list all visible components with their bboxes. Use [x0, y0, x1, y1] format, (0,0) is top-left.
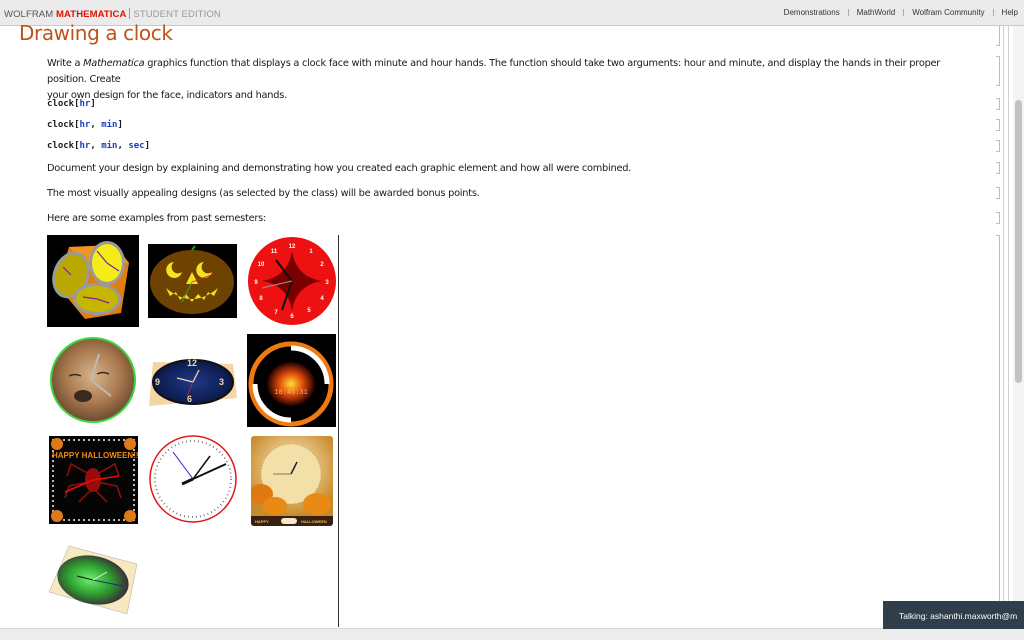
halloween-banner: HAPPY HALLOWEEN!!	[52, 451, 138, 460]
link-wolfram-community[interactable]: Wolfram Community	[912, 8, 984, 17]
brand-separator	[129, 8, 131, 19]
link-mathworld[interactable]: MathWorld	[857, 8, 896, 17]
notebook-title: Drawing a clock	[19, 21, 173, 45]
cell-bracket[interactable]	[996, 187, 1000, 199]
paragraph-examples: Here are some examples from past semeste…	[47, 213, 267, 224]
brand-logo[interactable]: WOLFRAM MATHEMATICA STUDENT EDITION	[4, 8, 221, 20]
puppy-clock-image[interactable]	[49, 336, 137, 424]
red-clock-number: 11	[271, 249, 278, 255]
digital-time: 10:45:31	[274, 389, 308, 397]
blue-clock-number: 3	[219, 377, 224, 387]
white-red-clock-image[interactable]	[148, 434, 238, 524]
cube-clock-image[interactable]	[47, 235, 139, 327]
paragraph-bonus: The most visually appealing designs (as …	[47, 188, 480, 199]
red-clock-number: 10	[258, 262, 265, 268]
code-line-2[interactable]: clock[hr, min]	[47, 120, 123, 130]
pumpkins-roman-clock-image[interactable]: HAPPY HALLOWEEN	[251, 436, 333, 526]
intro-post: graphics function that displays a clock …	[47, 58, 941, 85]
pumpkin-clock-image[interactable]	[148, 244, 237, 318]
cell-bracket[interactable]	[996, 162, 1000, 174]
red-clock-number: 12	[289, 244, 296, 250]
scary-pumpkin-clock-image[interactable]: 10:45:31	[247, 334, 336, 427]
blue-clock-number: 6	[187, 394, 192, 404]
intro-italic: Mathematica	[83, 58, 145, 69]
link-divider	[903, 9, 905, 16]
banner-right: HALLOWEEN	[301, 519, 327, 524]
talking-label: Talking: ashanthi.maxworth@m	[899, 611, 1018, 621]
brand-wolfram: WOLFRAM	[4, 9, 54, 20]
code-line-1[interactable]: clock[hr]	[47, 99, 96, 109]
group-bracket[interactable]	[1003, 26, 1004, 626]
link-divider	[847, 9, 849, 16]
code-line-3[interactable]: clock[hr, min, sec]	[47, 141, 150, 151]
link-demonstrations[interactable]: Demonstrations	[784, 8, 840, 17]
blue-clock-number: 9	[155, 377, 160, 387]
horizontal-scrollbar[interactable]	[0, 628, 1024, 640]
green-3d-clock-image[interactable]	[47, 542, 139, 616]
link-help[interactable]: Help	[1002, 8, 1018, 17]
cell-bracket[interactable]	[996, 56, 1000, 86]
blue-clock-number: 12	[187, 358, 197, 368]
intro-pre: Write a	[47, 58, 84, 69]
top-links: Demonstrations MathWorld Wolfram Community…	[784, 8, 1018, 17]
vertical-scroll-thumb[interactable]	[1015, 100, 1022, 383]
talking-status-toast: Talking: ashanthi.maxworth@m	[883, 601, 1024, 629]
gallery-divider	[338, 235, 339, 627]
paragraph-document: Document your design by explaining and d…	[47, 163, 632, 174]
cell-bracket[interactable]	[996, 212, 1000, 224]
tilted-blue-clock-image[interactable]: 12 3 6 9	[147, 352, 239, 408]
group-bracket[interactable]	[1008, 26, 1009, 626]
link-divider	[992, 9, 994, 16]
banner-left: HAPPY	[255, 519, 269, 524]
cell-bracket[interactable]	[996, 98, 1000, 110]
intro-paragraph: Write a Mathematica graphics function th…	[47, 56, 977, 104]
spider-halloween-clock-image[interactable]: HAPPY HALLOWEEN!!	[49, 436, 138, 524]
cell-bracket[interactable]	[996, 119, 1000, 131]
brand-mathematica: MATHEMATICA	[56, 9, 127, 20]
red-astroid-clock-image[interactable]: 12 1 2 3 4 5 6 7 8 9 10 11	[246, 236, 338, 328]
cell-bracket[interactable]	[996, 235, 1000, 627]
cell-bracket[interactable]	[996, 140, 1000, 152]
cell-bracket[interactable]	[996, 26, 1000, 46]
brand-edition: STUDENT EDITION	[133, 9, 221, 20]
